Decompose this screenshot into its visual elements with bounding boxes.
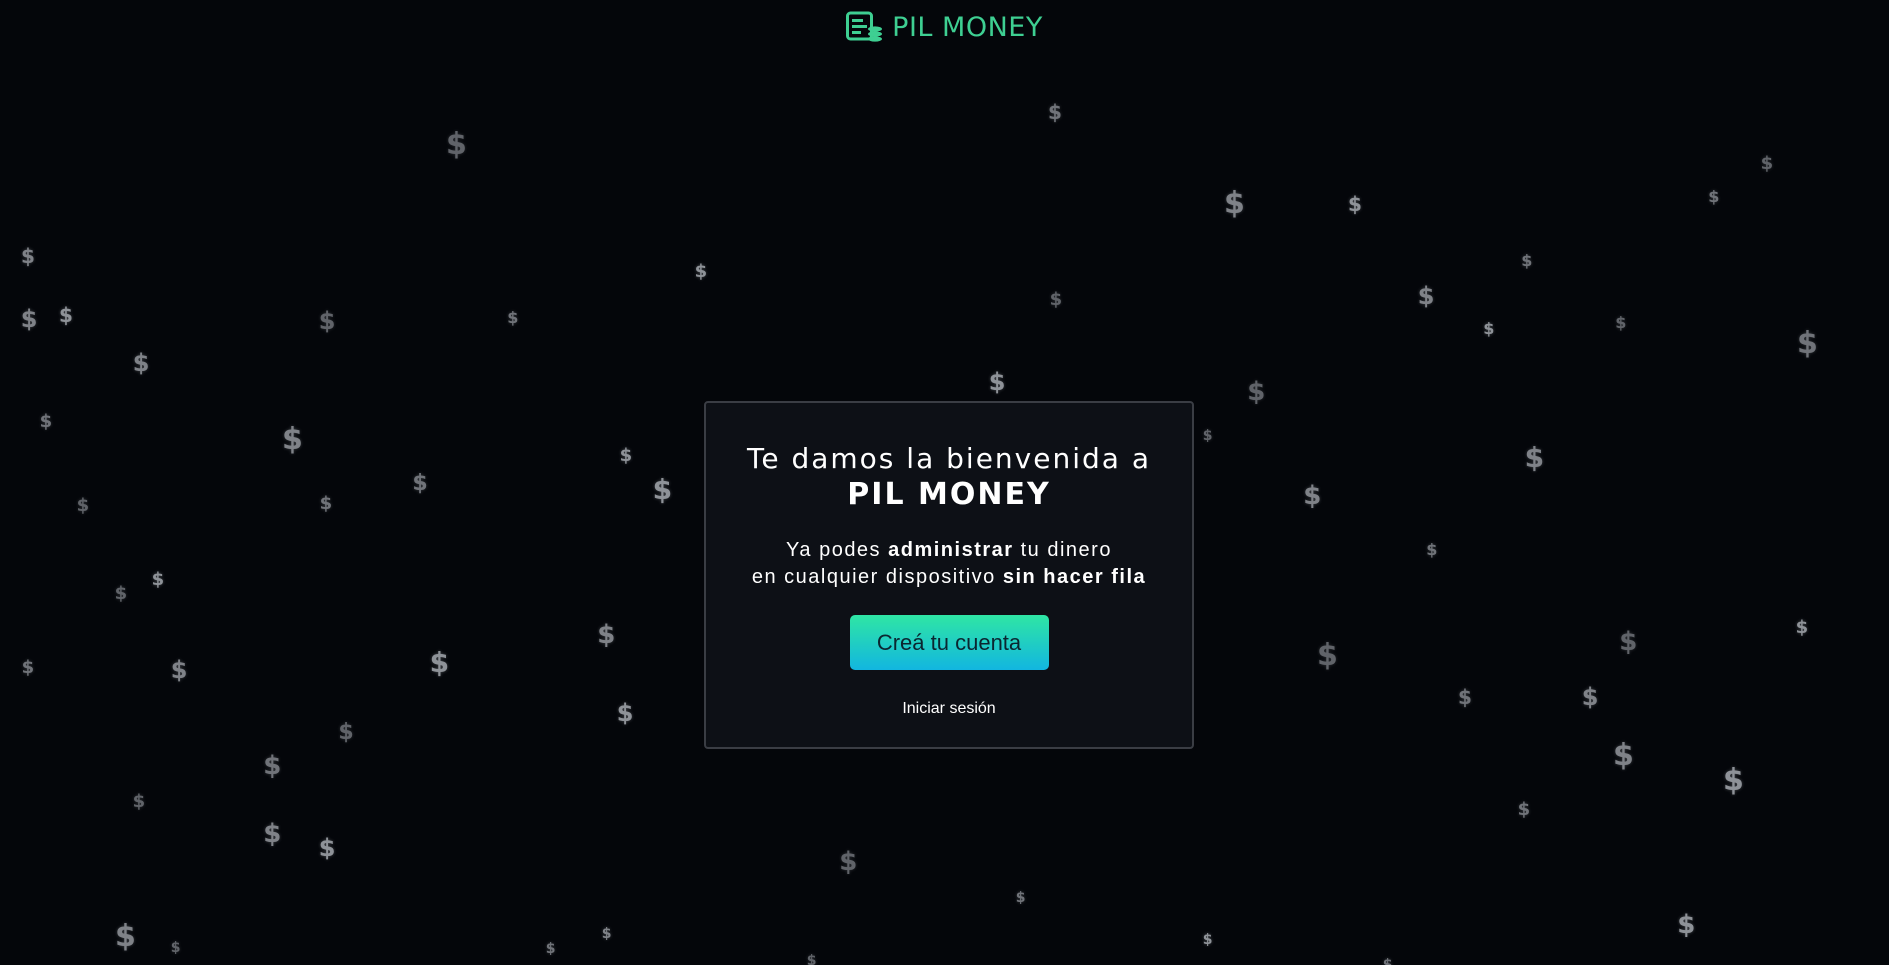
description-line-1-emphasis: administrar: [888, 539, 1014, 561]
dollar-symbol: $: [1247, 377, 1266, 407]
description-line-2: en cualquier dispositivo sin hacer fila: [706, 564, 1192, 591]
dollar-symbol: $: [1348, 192, 1362, 216]
dollar-symbol: $: [446, 127, 467, 162]
dollar-symbol: $: [601, 926, 612, 942]
dollar-symbol: $: [1524, 441, 1545, 474]
dollar-symbol: $: [1317, 638, 1338, 673]
dollar-symbol: $: [170, 940, 181, 956]
dollar-symbol: $: [21, 657, 35, 678]
welcome-title: Te damos la bienvenida a PIL MONEY: [706, 441, 1192, 513]
dollar-symbol: $: [20, 305, 38, 333]
login-link[interactable]: Iniciar sesión: [902, 700, 995, 718]
dollar-symbol: $: [1458, 685, 1472, 709]
dollar-symbol: $: [694, 261, 708, 282]
description-line-1-start: Ya podes: [786, 539, 889, 561]
dollar-symbol: $: [839, 847, 858, 877]
dollar-symbol: $: [652, 473, 673, 506]
brand-name: PIL MONEY: [892, 11, 1043, 43]
dollar-symbol: $: [1521, 251, 1533, 270]
dollar-symbol: $: [59, 303, 73, 327]
dollar-symbol: $: [76, 495, 90, 516]
dollar-symbol: $: [338, 720, 354, 745]
dollar-symbol: $: [1581, 683, 1599, 711]
dollar-symbol: $: [132, 791, 146, 812]
dollar-symbol: $: [1760, 153, 1774, 174]
welcome-brand-name: PIL MONEY: [847, 477, 1051, 512]
dollar-symbol: $: [1723, 763, 1744, 798]
welcome-description: Ya podes administrar tu dinero en cualqu…: [706, 537, 1192, 591]
dollar-symbol: $: [132, 349, 150, 377]
dollar-symbol: $: [115, 919, 136, 954]
dollar-symbol: $: [318, 307, 336, 335]
dollar-symbol: $: [412, 471, 428, 496]
landing-page: $ $ $ $ $ $ $ $ $ $ $ $ $ $ $ $ $ $ $ $ $ $ $ $ $ $ $ $ $ $ $ $ $ $ $ $ $ $ $ $…: [0, 0, 1889, 965]
dollar-symbol: $: [263, 751, 282, 781]
dollar-symbol: $: [1015, 890, 1026, 906]
dollar-symbol: $: [988, 368, 1006, 396]
dollar-symbol: $: [1224, 186, 1245, 221]
welcome-text: Te damos la bienvenida a: [747, 442, 1151, 475]
dollar-symbol: $: [1619, 627, 1638, 657]
dollar-symbol: $: [597, 620, 616, 650]
description-line-1: Ya podes administrar tu dinero: [706, 537, 1192, 564]
brand-logo[interactable]: PIL MONEY: [846, 10, 1043, 44]
dollar-symbol: $: [39, 411, 53, 432]
create-account-button[interactable]: Creá tu cuenta: [849, 615, 1049, 670]
welcome-modal: Te damos la bienvenida a PIL MONEY Ya po…: [704, 401, 1194, 749]
dollar-symbol: $: [170, 656, 188, 684]
money-stack-icon: [846, 11, 883, 42]
dollar-symbol: $: [806, 953, 817, 965]
dollar-symbol: $: [1049, 289, 1063, 310]
dollar-symbol: $: [114, 583, 128, 604]
dollar-symbol: $: [21, 244, 35, 268]
dollar-symbol: $: [318, 834, 336, 862]
description-line-2-start: en cualquier dispositivo: [751, 566, 1003, 588]
dollar-symbol: $: [1677, 910, 1696, 940]
description-line-2-emphasis: sin hacer fila: [1002, 566, 1147, 588]
dollar-symbol: $: [1426, 540, 1438, 559]
dollar-symbol: $: [1048, 100, 1062, 124]
dollar-symbol: $: [1303, 481, 1322, 511]
dollar-symbol: $: [1417, 282, 1435, 310]
dollar-symbol: $: [507, 308, 519, 327]
dollar-symbol: $: [619, 445, 633, 466]
dollar-symbol: $: [319, 493, 333, 514]
dollar-symbol: $: [545, 941, 556, 957]
dollar-symbol: $: [1382, 957, 1393, 965]
dollar-symbol: $: [1483, 319, 1495, 338]
dollar-symbol: $: [1202, 932, 1213, 948]
dollar-symbol: $: [429, 646, 450, 679]
dollar-symbol: $: [263, 819, 282, 849]
dollar-symbol: $: [1708, 187, 1720, 206]
dollar-symbol: $: [1517, 799, 1531, 820]
dollar-symbol: $: [1797, 326, 1818, 361]
description-line-1-end: tu dinero: [1013, 539, 1112, 561]
top-header: PIL MONEY: [0, 10, 1889, 44]
dollar-symbol: $: [1613, 738, 1634, 773]
dollar-symbol: $: [282, 422, 303, 457]
dollar-symbol: $: [151, 569, 165, 590]
dollar-symbol: $: [1795, 617, 1809, 638]
dollar-symbol: $: [616, 699, 634, 727]
dollar-symbol: $: [1615, 313, 1627, 332]
dollar-symbol: $: [1202, 428, 1213, 444]
